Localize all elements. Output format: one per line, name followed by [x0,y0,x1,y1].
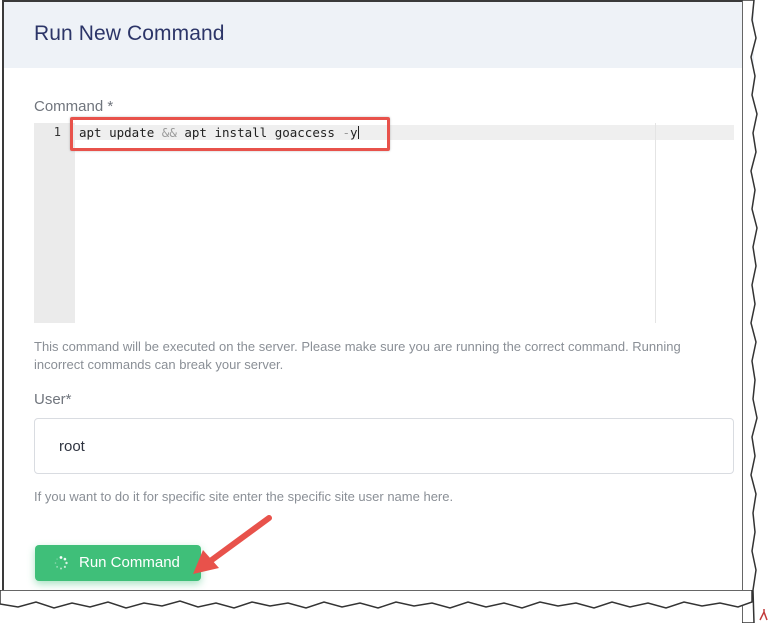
page-title: Run New Command [34,22,225,45]
command-editor[interactable]: 1 apt update && apt install goaccess -y [34,123,734,323]
editor-gutter: 1 [34,123,75,323]
corner-mark-icon [759,609,768,621]
print-margin [655,123,656,323]
spinner-icon [54,556,68,570]
run-command-label: Run Command [79,554,180,571]
user-label: User* [34,391,72,408]
line-number: 1 [53,125,61,139]
user-input[interactable] [34,418,734,474]
run-command-panel: Run New Command Command * 1 apt update &… [2,0,754,605]
run-command-button[interactable]: Run Command [35,545,201,581]
user-help-text: If you want to do it for specific site e… [34,489,454,504]
command-label: Command * [34,98,114,115]
torn-edge-bottom [0,590,753,609]
panel-header: Run New Command [4,2,754,68]
torn-edge-right [742,0,758,623]
highlight-annotation-box [70,117,390,151]
arrow-annotation [193,515,272,574]
command-help-text: This command will be executed on the ser… [34,339,681,372]
